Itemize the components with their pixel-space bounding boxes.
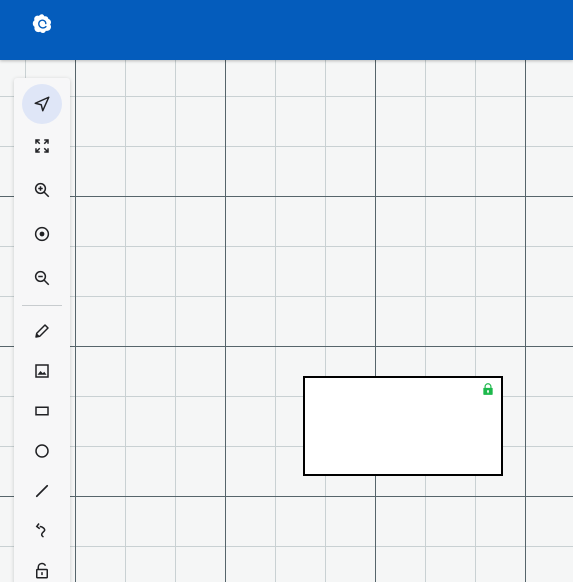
fit-screen-icon bbox=[35, 139, 49, 153]
circle-icon bbox=[35, 444, 49, 458]
fit-screen-button[interactable] bbox=[22, 126, 62, 166]
toolbar-divider bbox=[22, 305, 62, 306]
rectangle-tool-button[interactable] bbox=[22, 391, 62, 431]
curved-arrow-icon bbox=[35, 523, 46, 538]
pencil-icon bbox=[35, 324, 49, 338]
arrow-tool-button[interactable] bbox=[22, 511, 62, 551]
lock-tool-button[interactable] bbox=[22, 551, 62, 582]
rectangle-shape[interactable] bbox=[303, 376, 503, 476]
image-tool-button[interactable] bbox=[22, 351, 62, 391]
lock-badge-icon[interactable] bbox=[481, 382, 495, 396]
image-icon bbox=[35, 364, 49, 378]
line-tool-button[interactable] bbox=[22, 471, 62, 511]
zoom-out-icon bbox=[34, 270, 50, 286]
zoom-in-button[interactable] bbox=[22, 170, 62, 210]
line-icon bbox=[35, 484, 49, 498]
center-view-button[interactable] bbox=[22, 214, 62, 254]
rectangle-icon bbox=[35, 406, 49, 416]
zoom-out-button[interactable] bbox=[22, 258, 62, 298]
center-focus-icon bbox=[34, 226, 50, 242]
app-header bbox=[0, 0, 573, 60]
app-logo-icon[interactable] bbox=[30, 12, 54, 36]
drawing-canvas[interactable] bbox=[0, 60, 573, 582]
navigation-arrow-icon bbox=[34, 96, 50, 112]
circle-tool-button[interactable] bbox=[22, 431, 62, 471]
pencil-tool-button[interactable] bbox=[22, 311, 62, 351]
select-tool-button[interactable] bbox=[22, 84, 62, 124]
tool-sidebar bbox=[14, 78, 70, 582]
lock-icon bbox=[36, 562, 48, 579]
zoom-in-icon bbox=[34, 182, 50, 198]
